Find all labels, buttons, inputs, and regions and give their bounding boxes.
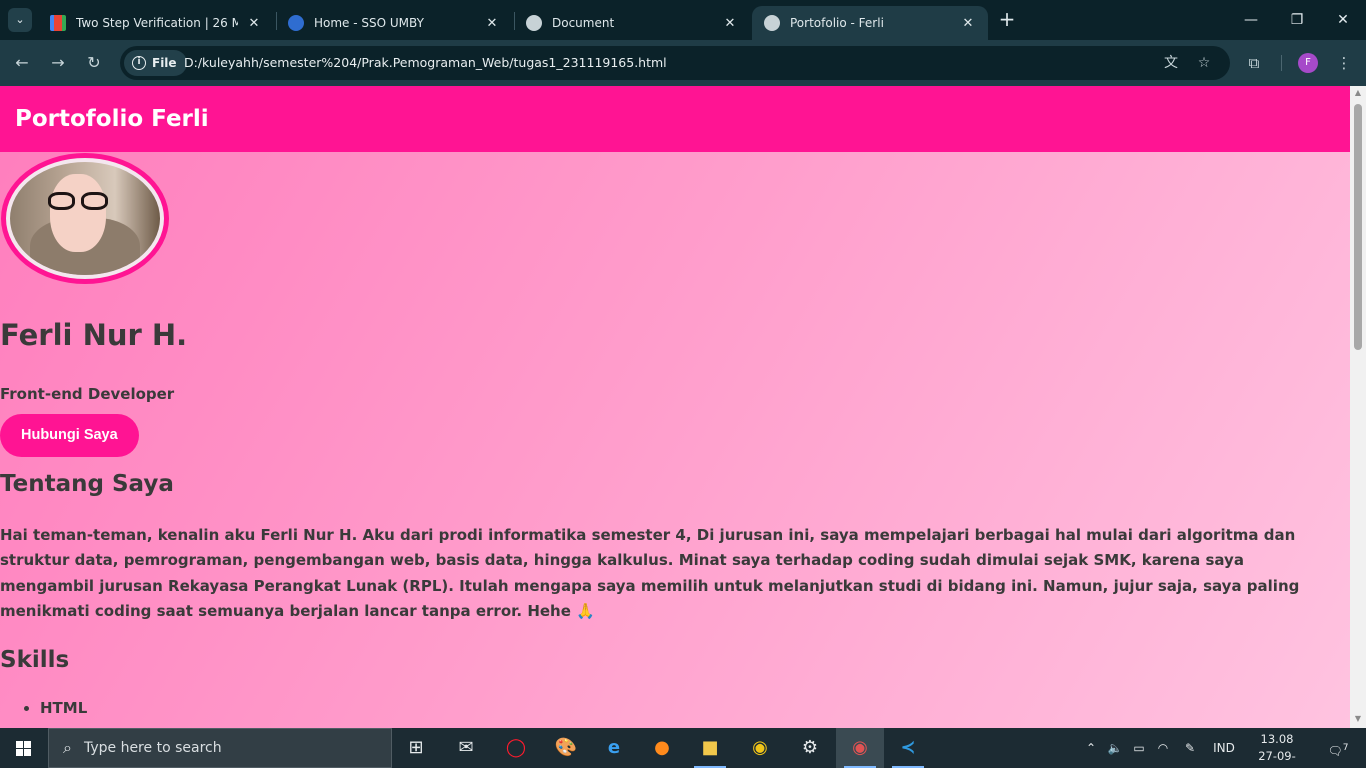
skill-item: HTML	[40, 699, 87, 717]
forward-icon[interactable]: →	[46, 51, 70, 75]
minimize-button[interactable]: —	[1228, 0, 1274, 40]
chrome-icon[interactable]: ◉	[736, 728, 784, 768]
scroll-up-icon[interactable]: ▲	[1350, 86, 1366, 100]
close-icon[interactable]: ✕	[484, 16, 500, 31]
about-heading: Tentang Saya	[0, 471, 174, 497]
windows-logo-icon	[16, 741, 31, 756]
gmail-icon	[50, 15, 66, 31]
menu-icon[interactable]: ⋮	[1333, 52, 1355, 74]
battery-icon[interactable]: ▭	[1128, 728, 1150, 768]
star-icon[interactable]: ☆	[1195, 54, 1213, 72]
tab-gmail[interactable]: Two Step Verification | 26 March ✕	[38, 6, 274, 40]
start-button[interactable]	[0, 728, 48, 768]
page-viewport: Portofolio Ferli Ferli Nur H. Front-end …	[0, 86, 1350, 728]
translate-icon[interactable]: 文	[1162, 54, 1180, 72]
input-language[interactable]: IND	[1206, 728, 1242, 768]
globe-icon	[526, 15, 542, 31]
tab-portofolio[interactable]: Portofolio - Ferli ✕	[752, 6, 988, 40]
url-text[interactable]: D:/kuleyahh/semester%204/Prak.Pemograman…	[184, 55, 667, 70]
edge-icon[interactable]: e	[590, 728, 638, 768]
file-explorer-icon[interactable]: ■	[686, 728, 734, 768]
tab-search-button[interactable]: ⌄	[8, 8, 32, 32]
windows-taskbar: ⌕ Type here to search ⊞ ✉ ◯ 🎨 e ● ■ ◉ ⚙ …	[0, 728, 1366, 768]
close-window-button[interactable]: ✕	[1320, 0, 1366, 40]
info-icon: i	[132, 56, 146, 70]
sso-icon	[288, 15, 304, 31]
page-scrollbar[interactable]: ▲ ▼	[1350, 86, 1366, 728]
skills-heading: Skills	[0, 647, 70, 673]
tab-document[interactable]: Document ✕	[514, 6, 750, 40]
site-title: Portofolio Ferli	[15, 106, 209, 132]
profile-photo-image	[10, 162, 160, 275]
chevron-up-icon[interactable]: ⌃	[1082, 728, 1100, 768]
taskbar-search[interactable]: ⌕ Type here to search	[48, 728, 392, 768]
task-view-icon[interactable]: ⊞	[392, 728, 440, 768]
toolbar-divider	[1281, 55, 1282, 71]
notification-count: 7	[1342, 743, 1349, 753]
system-clock[interactable]: 13.08 27-09-1446	[1245, 731, 1309, 768]
pen-icon[interactable]: ✎	[1178, 728, 1202, 768]
site-info-chip[interactable]: i File	[124, 50, 187, 76]
address-bar[interactable]: i File D:/kuleyahh/semester%204/Prak.Pem…	[120, 46, 1230, 80]
close-icon[interactable]: ✕	[960, 16, 976, 31]
reload-icon[interactable]: ↻	[82, 51, 106, 75]
search-icon: ⌕	[63, 738, 72, 757]
contact-button[interactable]: Hubungi Saya	[0, 414, 139, 457]
new-tab-button[interactable]: +	[995, 8, 1019, 32]
tab-bar: ⌄ Two Step Verification | 26 March ✕ Hom…	[0, 0, 1366, 40]
globe-icon	[764, 15, 780, 31]
close-icon[interactable]: ✕	[722, 16, 738, 31]
close-icon[interactable]: ✕	[246, 16, 262, 31]
tab-sso[interactable]: Home - SSO UMBY ✕	[276, 6, 512, 40]
site-header: Portofolio Ferli	[0, 86, 1350, 152]
chrome-profile-icon[interactable]: ◉	[836, 728, 884, 768]
vscode-icon[interactable]: ≺	[884, 728, 932, 768]
browser-toolbar: ← → ↻ i File D:/kuleyahh/semester%204/Pr…	[0, 40, 1366, 86]
profile-role: Front-end Developer	[0, 385, 175, 403]
paint-icon[interactable]: 🎨	[542, 728, 590, 768]
extensions-icon[interactable]: ⧉	[1243, 52, 1265, 74]
photo-glasses	[48, 192, 110, 210]
back-icon[interactable]: ←	[10, 51, 34, 75]
profile-photo	[1, 153, 169, 284]
notification-icon[interactable]: 🗨7	[1318, 728, 1358, 768]
about-text: Hai teman-teman, kenalin aku Ferli Nur H…	[0, 526, 1300, 620]
scroll-down-icon[interactable]: ▼	[1350, 712, 1366, 726]
restore-button[interactable]: ❐	[1274, 0, 1320, 40]
profile-name: Ferli Nur H.	[0, 318, 188, 352]
firefox-icon[interactable]: ●	[638, 728, 686, 768]
mail-icon[interactable]: ✉	[442, 728, 490, 768]
photo-face	[50, 174, 106, 252]
profile-avatar[interactable]: F	[1298, 53, 1318, 73]
clock-time: 13.08	[1260, 732, 1294, 746]
opera-icon[interactable]: ◯	[492, 728, 540, 768]
skills-list: HTML	[40, 699, 87, 723]
volume-icon[interactable]: 🔈	[1104, 728, 1126, 768]
clock-date: 27-09-1446	[1258, 749, 1296, 768]
settings-icon[interactable]: ⚙	[786, 728, 834, 768]
scroll-thumb[interactable]	[1354, 104, 1362, 350]
wifi-icon[interactable]: ◠	[1152, 728, 1174, 768]
